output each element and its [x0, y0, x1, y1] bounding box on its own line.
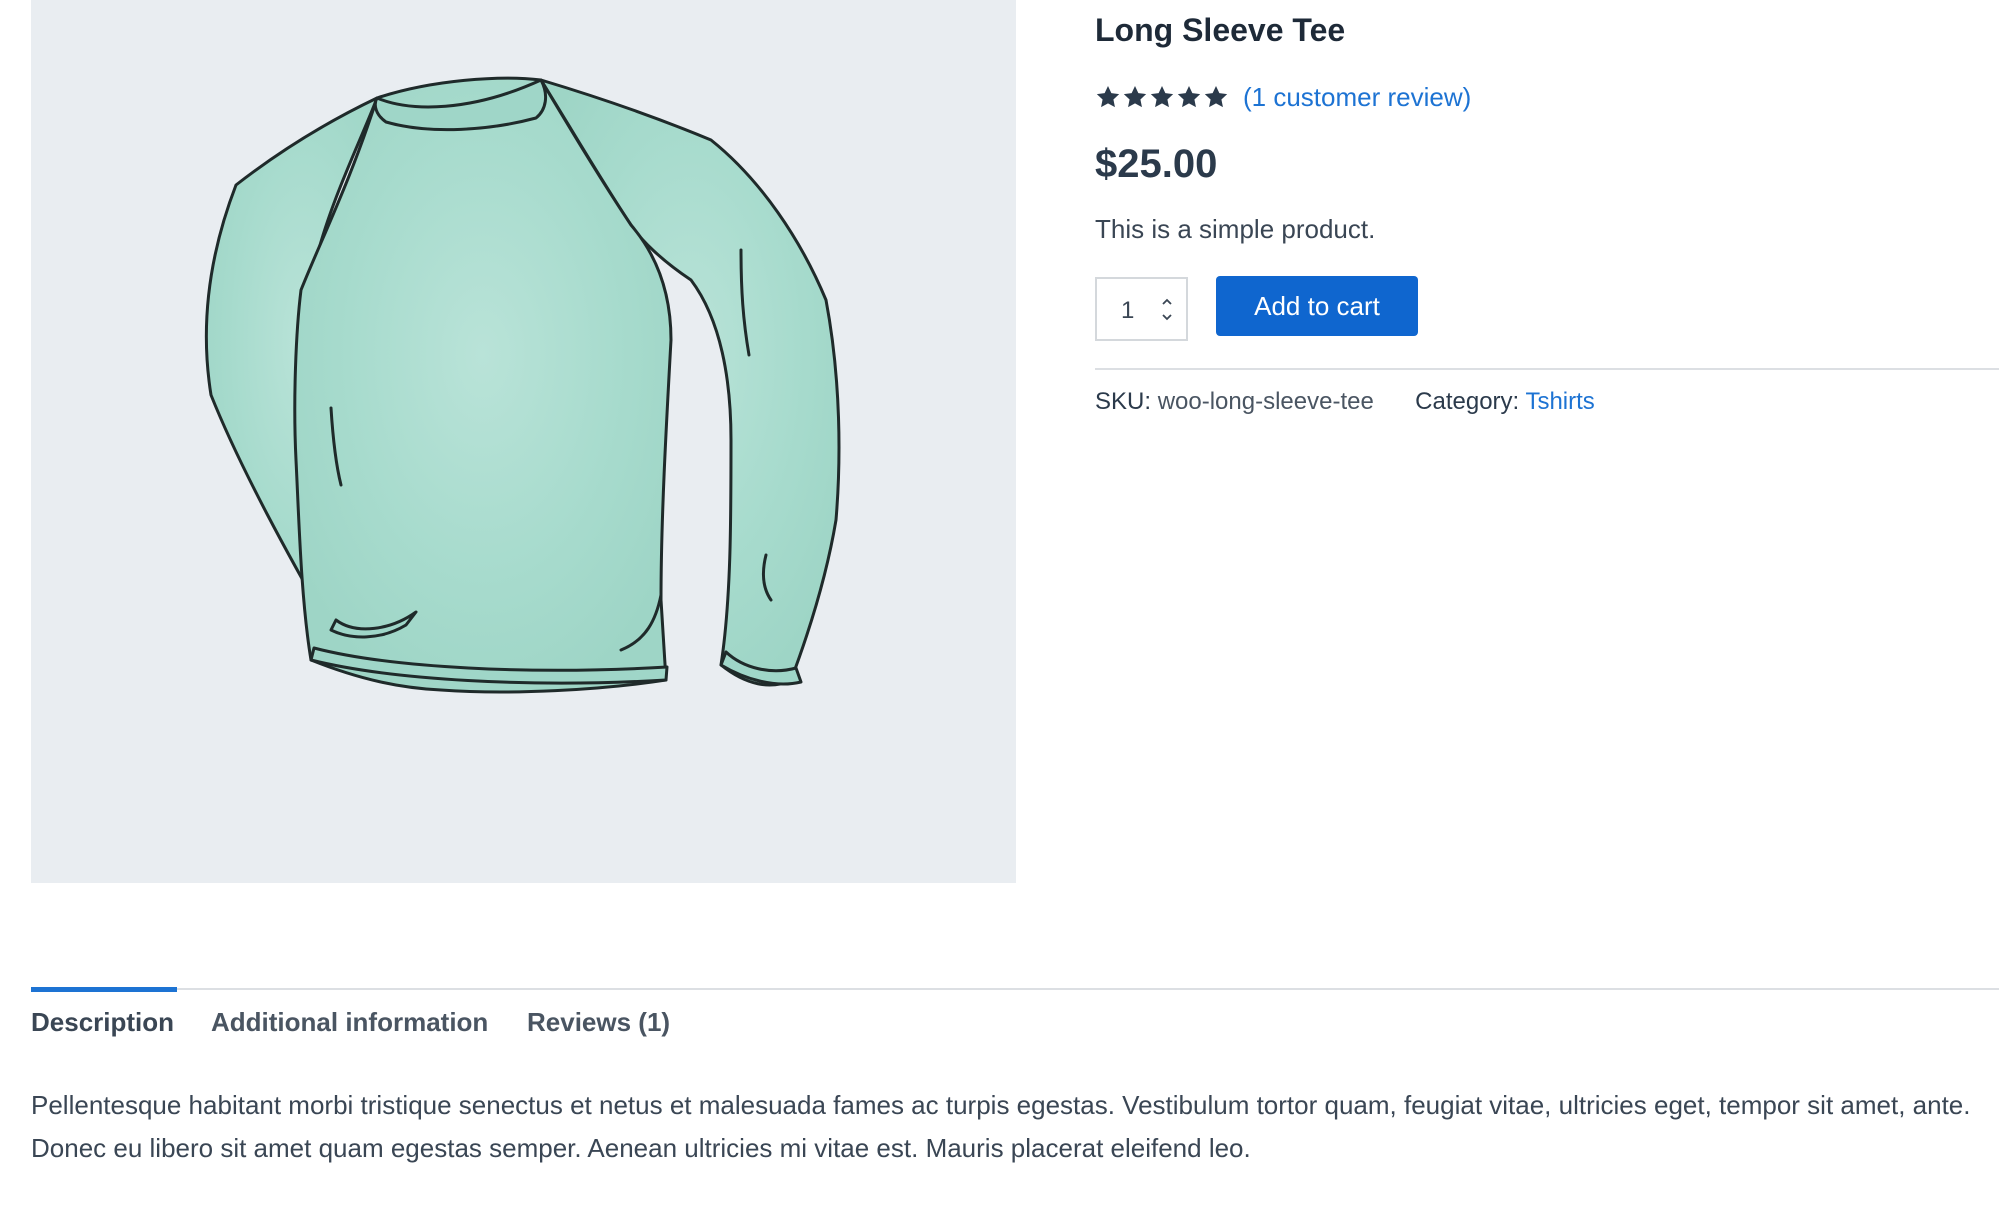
product-meta: SKU: woo-long-sleeve-tee Category: Tshir…	[1095, 388, 1595, 416]
star-rating	[1095, 84, 1229, 110]
sku-label: SKU:	[1095, 388, 1152, 415]
star-icon	[1096, 85, 1120, 108]
tabs-divider	[31, 988, 1999, 990]
sku-value: woo-long-sleeve-tee	[1157, 388, 1374, 415]
star-icon	[1123, 85, 1147, 108]
tab-reviews[interactable]: Reviews (1)	[527, 1007, 670, 1038]
star-icon	[1177, 85, 1201, 108]
star-icon	[1204, 85, 1228, 108]
category-link[interactable]: Tshirts	[1525, 388, 1594, 415]
short-description: This is a simple product.	[1095, 214, 1376, 244]
tab-description[interactable]: Description	[31, 1007, 174, 1038]
product-price: $25.00	[1095, 142, 1218, 186]
tab-additional-information[interactable]: Additional information	[211, 1007, 488, 1038]
tshirt-illustration	[204, 76, 841, 694]
product-description: Pellentesque habitant morbi tristique se…	[31, 1090, 1971, 1163]
divider	[1095, 368, 1999, 370]
active-tab-indicator	[31, 987, 177, 992]
category-label: Category:	[1415, 388, 1520, 415]
quantity-value[interactable]: 1	[1121, 297, 1134, 325]
chevron-up-icon[interactable]	[1159, 295, 1175, 308]
chevron-down-icon[interactable]	[1159, 311, 1175, 324]
rating-row: (1 customer review)	[1095, 80, 1471, 114]
add-to-cart-button[interactable]: Add to cart	[1216, 276, 1418, 336]
product-image[interactable]	[31, 0, 1016, 883]
star-icon	[1150, 85, 1174, 108]
quantity-stepper[interactable]: 1	[1095, 277, 1188, 341]
product-title: Long Sleeve Tee	[1095, 12, 1346, 48]
customer-review-link[interactable]: (1 customer review)	[1243, 82, 1471, 113]
